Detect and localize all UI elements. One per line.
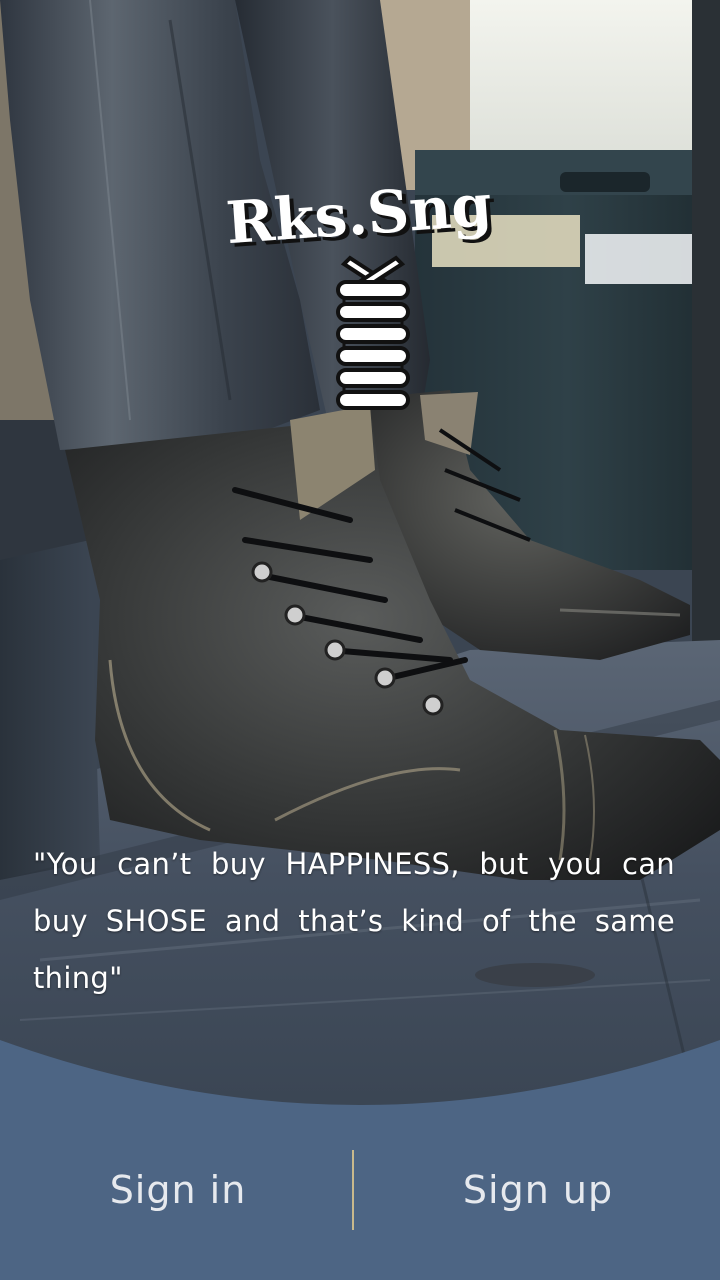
sign-up-button[interactable]: Sign up — [368, 1150, 708, 1230]
sign-in-button[interactable]: Sign in — [8, 1150, 348, 1230]
brand-logo: Rks.Sng Rks.Sng — [224, 171, 498, 260]
button-divider — [352, 1150, 354, 1230]
splash-screen: Rks.Sng Rks.Sng "You can’t buy HAPPINESS… — [0, 0, 720, 1280]
shoelace-icon — [336, 255, 410, 410]
quote-text: "You can’t buy HAPPINESS, but you can bu… — [33, 847, 675, 995]
